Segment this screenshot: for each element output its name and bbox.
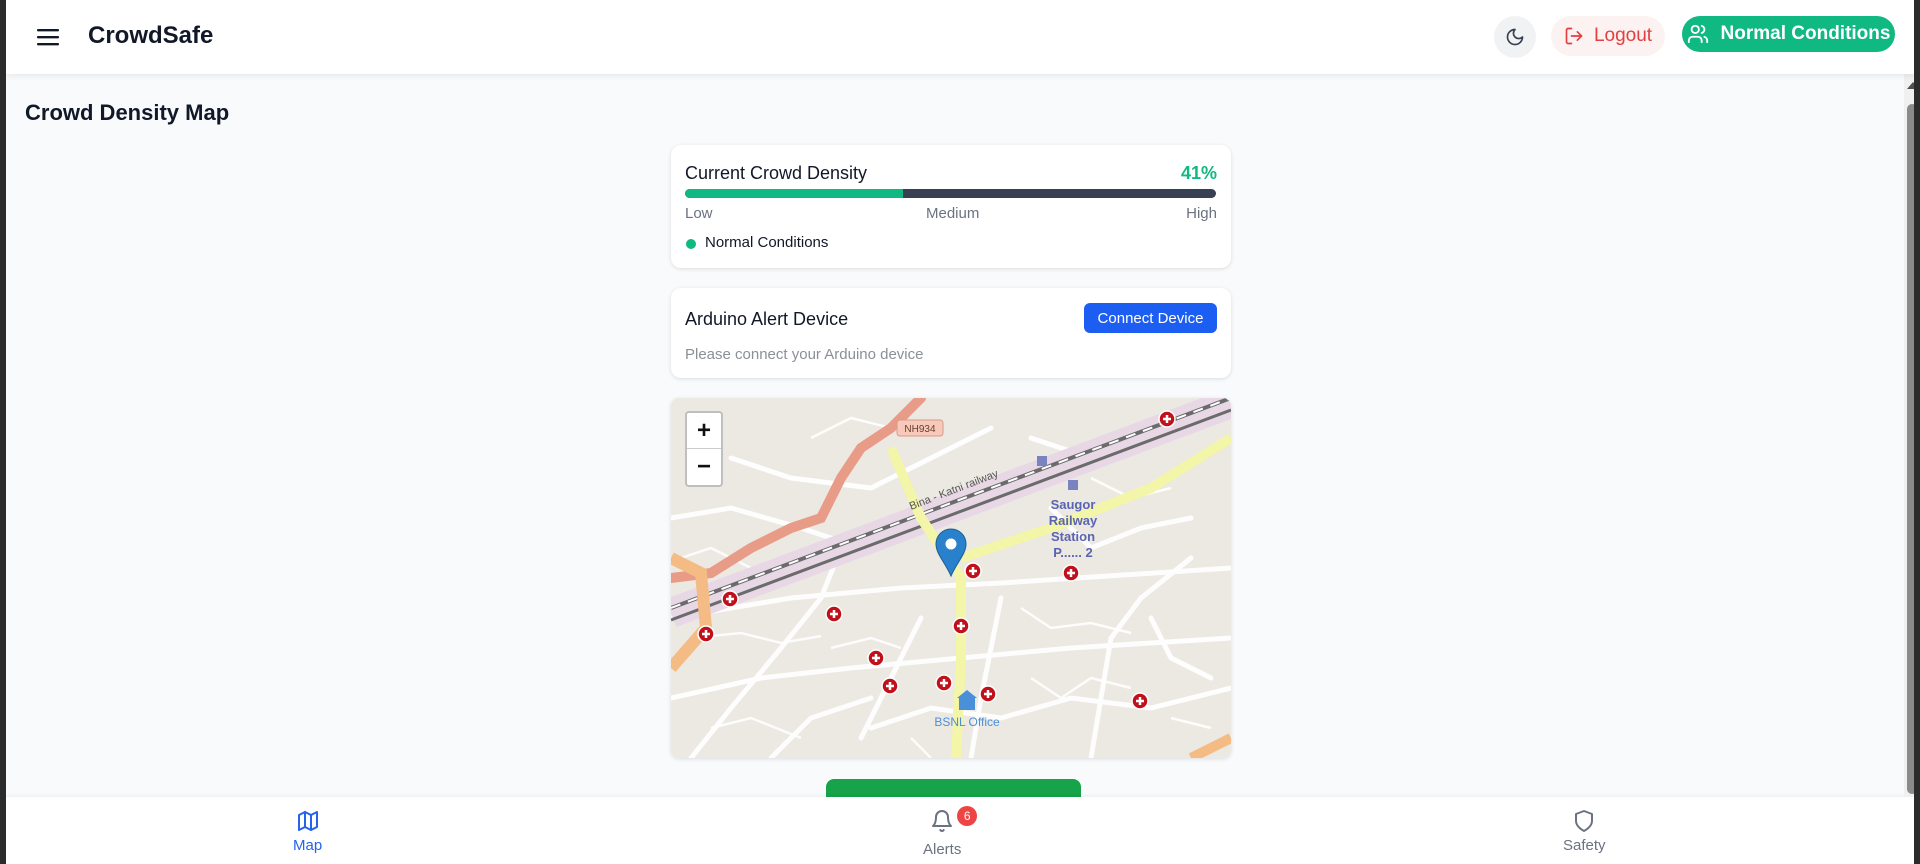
app-brand: CrowdSafe — [88, 22, 214, 49]
zoom-out-button[interactable]: − — [687, 449, 721, 485]
hospital-icon — [964, 562, 982, 580]
nav-item-map[interactable]: Map — [293, 809, 322, 854]
logout-icon — [1565, 27, 1583, 45]
connect-device-button[interactable]: Connect Device — [1084, 303, 1217, 333]
station-label-line-1: Saugor — [1051, 497, 1096, 512]
hospital-icon — [935, 674, 953, 692]
hospital-icon — [881, 677, 899, 695]
theme-toggle-button[interactable] — [1494, 16, 1536, 58]
hospital-icon — [1158, 410, 1176, 428]
density-bar — [685, 189, 1216, 198]
scale-high-label: High — [1186, 205, 1217, 222]
menu-button[interactable] — [32, 21, 64, 53]
nav-map-label: Map — [293, 837, 323, 854]
map-tiles[interactable]: NH934 Bina - Katni railway Saugor Railwa… — [671, 398, 1231, 758]
hospital-icon — [825, 605, 843, 623]
users-icon — [1687, 24, 1708, 44]
app-frame: CrowdSafe Logout Normal Conditions Crowd… — [6, 0, 1914, 864]
hospital-icon — [1131, 692, 1149, 710]
hospital-icon — [721, 590, 739, 608]
hospital-icon — [979, 685, 997, 703]
arduino-subtitle: Please connect your Arduino device — [685, 346, 924, 363]
hospital-icon — [952, 617, 970, 635]
hospital-icon — [867, 649, 885, 667]
logout-button[interactable]: Logout — [1551, 16, 1665, 56]
moon-icon — [1506, 28, 1524, 46]
map-icon — [297, 811, 318, 831]
scale-medium-label: Medium — [926, 205, 980, 222]
nav-item-safety[interactable]: Safety — [1563, 809, 1606, 854]
arduino-title: Arduino Alert Device — [685, 309, 849, 329]
page-title: Crowd Density Map — [25, 100, 230, 125]
status-badge[interactable]: Normal Conditions — [1682, 16, 1895, 52]
station-label-line-2: Railway — [1049, 513, 1098, 528]
nav-item-alerts[interactable]: 6 Alerts — [923, 806, 978, 858]
alerts-count-badge: 6 — [957, 806, 978, 826]
zoom-in-button[interactable]: + — [687, 413, 721, 449]
shield-icon — [1575, 810, 1594, 832]
status-label: Normal Conditions — [1720, 23, 1891, 44]
scroll-thumb[interactable] — [1907, 104, 1914, 794]
hospital-icon — [1062, 564, 1080, 582]
density-bar-fill — [685, 189, 903, 198]
condition-dot — [686, 239, 696, 249]
road-label: NH934 — [904, 424, 936, 435]
hospital-icon — [697, 625, 715, 643]
zoom-control: + − — [685, 411, 723, 487]
arduino-card: Arduino Alert Device Connect Device Plea… — [671, 288, 1231, 378]
bottom-nav: Map 6 Alerts Safety — [6, 797, 1914, 864]
density-label: Current Crowd Density — [685, 163, 868, 183]
condition-text: Normal Conditions — [705, 234, 829, 251]
density-percent: 41% — [1180, 163, 1217, 183]
logout-label: Logout — [1593, 25, 1653, 46]
nav-safety-label: Safety — [1563, 837, 1606, 854]
station-label-line-4: P...... 2 — [1053, 545, 1093, 560]
station-label-line-3: Station — [1051, 529, 1095, 544]
scroll-up-arrow[interactable] — [1907, 82, 1914, 89]
office-label: BSNL Office — [934, 715, 1000, 729]
bell-icon — [932, 810, 953, 832]
density-map[interactable]: NH934 Bina - Katni railway Saugor Railwa… — [671, 398, 1231, 758]
hamburger-icon — [37, 29, 59, 46]
page-scrollbar[interactable] — [1904, 74, 1914, 797]
nav-alerts-label: Alerts — [923, 841, 962, 858]
scale-low-label: Low — [685, 205, 713, 222]
top-header: CrowdSafe Logout Normal Conditions — [6, 0, 1914, 74]
density-card: Current Crowd Density 41% Low Medium Hig… — [671, 145, 1231, 268]
